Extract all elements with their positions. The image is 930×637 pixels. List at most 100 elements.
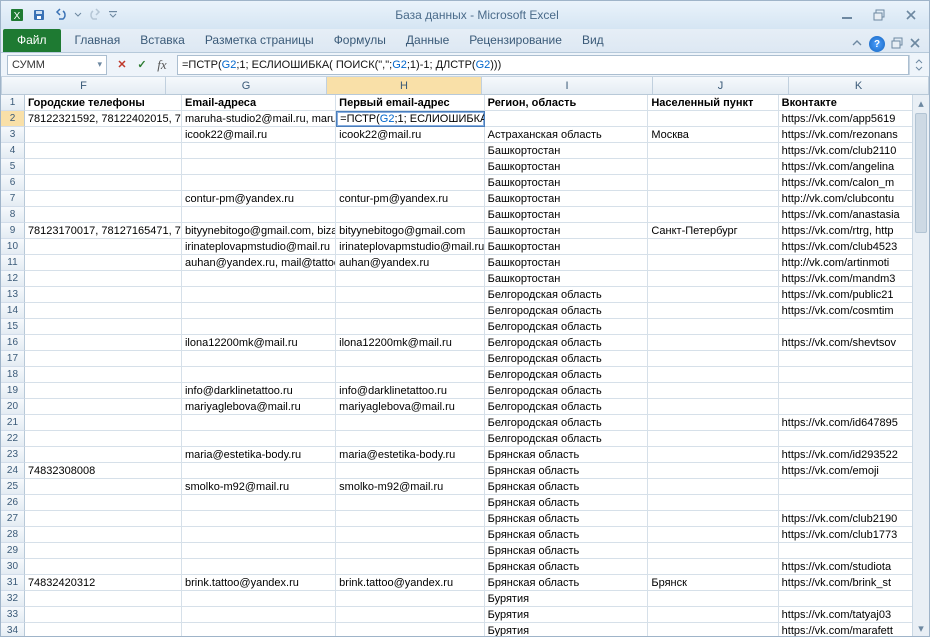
cell[interactable]: Башкортостан <box>485 143 649 159</box>
cell[interactable] <box>336 495 484 511</box>
cell[interactable]: =ПСТР(G2;1; ЕСЛИОШИБКА( ПОИСК(",";G2;1)-… <box>336 111 484 127</box>
cell[interactable]: https://vk.com/club2110 <box>779 143 913 159</box>
cell[interactable]: Вконтакте <box>779 95 913 111</box>
cell[interactable]: Населенный пункт <box>648 95 778 111</box>
scroll-up-icon[interactable]: ▴ <box>913 95 929 111</box>
cell[interactable] <box>25 367 182 383</box>
cell[interactable] <box>182 623 336 636</box>
cell[interactable] <box>25 191 182 207</box>
column-header[interactable]: F <box>2 77 166 94</box>
expand-formula-bar-icon[interactable] <box>909 55 927 75</box>
cell[interactable] <box>779 367 913 383</box>
cell[interactable] <box>182 143 336 159</box>
cell[interactable] <box>182 559 336 575</box>
cell[interactable] <box>182 527 336 543</box>
row-header[interactable]: 23 <box>1 447 25 463</box>
cell[interactable] <box>336 463 484 479</box>
cell[interactable]: Первый email-адрес <box>336 95 484 111</box>
cell[interactable] <box>25 607 182 623</box>
cell[interactable]: contur-pm@yandex.ru <box>336 191 484 207</box>
cell[interactable]: Брянская область <box>485 463 649 479</box>
cell[interactable] <box>25 591 182 607</box>
row-header[interactable]: 13 <box>1 287 25 303</box>
excel-icon[interactable]: X <box>7 5 27 25</box>
cell[interactable] <box>25 143 182 159</box>
cell[interactable] <box>25 479 182 495</box>
name-box[interactable]: СУММ ▾ <box>7 55 107 75</box>
chevron-down-icon[interactable]: ▾ <box>97 59 102 70</box>
cell[interactable]: Башкортостан <box>485 191 649 207</box>
cell[interactable] <box>182 591 336 607</box>
cell[interactable]: https://vk.com/id647895 <box>779 415 913 431</box>
cell[interactable] <box>25 207 182 223</box>
cell[interactable]: https://vk.com/angelina <box>779 159 913 175</box>
cell[interactable] <box>25 287 182 303</box>
cell[interactable]: http://vk.com/clubcontu <box>779 191 913 207</box>
column-header[interactable]: H <box>327 77 482 94</box>
cell[interactable]: Брянская область <box>485 479 649 495</box>
cell[interactable] <box>648 367 778 383</box>
cell[interactable]: maruha-studio2@mail.ru, maru <box>182 111 336 127</box>
scrollbar-thumb[interactable] <box>915 113 927 233</box>
cell[interactable] <box>25 495 182 511</box>
row-header[interactable]: 9 <box>1 223 25 239</box>
cell[interactable] <box>25 447 182 463</box>
save-icon[interactable] <box>29 5 49 25</box>
cell[interactable] <box>648 335 778 351</box>
cell[interactable] <box>25 127 182 143</box>
cell[interactable]: Брянская область <box>485 559 649 575</box>
cell[interactable] <box>648 111 778 127</box>
column-header[interactable]: K <box>789 77 929 94</box>
row-header[interactable]: 24 <box>1 463 25 479</box>
cell[interactable] <box>779 319 913 335</box>
cell[interactable] <box>336 143 484 159</box>
cell[interactable] <box>182 351 336 367</box>
cell[interactable] <box>25 399 182 415</box>
row-header[interactable]: 2 <box>1 111 25 127</box>
cell[interactable] <box>336 511 484 527</box>
cell[interactable]: Городские телефоны <box>25 95 182 111</box>
redo-icon[interactable] <box>85 5 105 25</box>
cell[interactable]: auhan@yandex.ru, mail@tattoo <box>182 255 336 271</box>
cell[interactable] <box>485 111 649 127</box>
row-header[interactable]: 6 <box>1 175 25 191</box>
cell[interactable] <box>182 303 336 319</box>
minimize-icon[interactable] <box>835 7 859 23</box>
ribbon-tab[interactable]: Данные <box>396 29 459 52</box>
cell[interactable]: Бурятия <box>485 607 649 623</box>
cell[interactable] <box>182 511 336 527</box>
cell[interactable] <box>182 607 336 623</box>
cell[interactable] <box>779 399 913 415</box>
row-header[interactable]: 17 <box>1 351 25 367</box>
scroll-down-icon[interactable]: ▾ <box>913 620 929 636</box>
cell[interactable]: Брянская область <box>485 575 649 591</box>
cell[interactable] <box>336 271 484 287</box>
cell[interactable] <box>648 399 778 415</box>
cell[interactable] <box>336 207 484 223</box>
cell[interactable] <box>648 175 778 191</box>
cell[interactable] <box>182 271 336 287</box>
cell[interactable] <box>648 511 778 527</box>
row-header[interactable]: 10 <box>1 239 25 255</box>
cell[interactable]: Белгородская область <box>485 431 649 447</box>
cell[interactable] <box>25 271 182 287</box>
cell[interactable] <box>182 367 336 383</box>
cell[interactable]: mariyaglebova@mail.ru <box>182 399 336 415</box>
row-header[interactable]: 3 <box>1 127 25 143</box>
cell[interactable] <box>25 511 182 527</box>
cell[interactable] <box>25 159 182 175</box>
cell[interactable] <box>648 463 778 479</box>
ribbon-minimize-icon[interactable] <box>851 37 863 52</box>
row-header[interactable]: 31 <box>1 575 25 591</box>
cell[interactable]: Башкортостан <box>485 207 649 223</box>
cell[interactable]: https://vk.com/brink_st <box>779 575 913 591</box>
cell[interactable] <box>25 431 182 447</box>
cell[interactable]: Башкортостан <box>485 175 649 191</box>
cell[interactable] <box>648 143 778 159</box>
cell[interactable]: Брянская область <box>485 495 649 511</box>
cell[interactable] <box>336 607 484 623</box>
row-header[interactable]: 21 <box>1 415 25 431</box>
cell[interactable] <box>182 543 336 559</box>
cell[interactable] <box>25 543 182 559</box>
cell[interactable] <box>779 351 913 367</box>
